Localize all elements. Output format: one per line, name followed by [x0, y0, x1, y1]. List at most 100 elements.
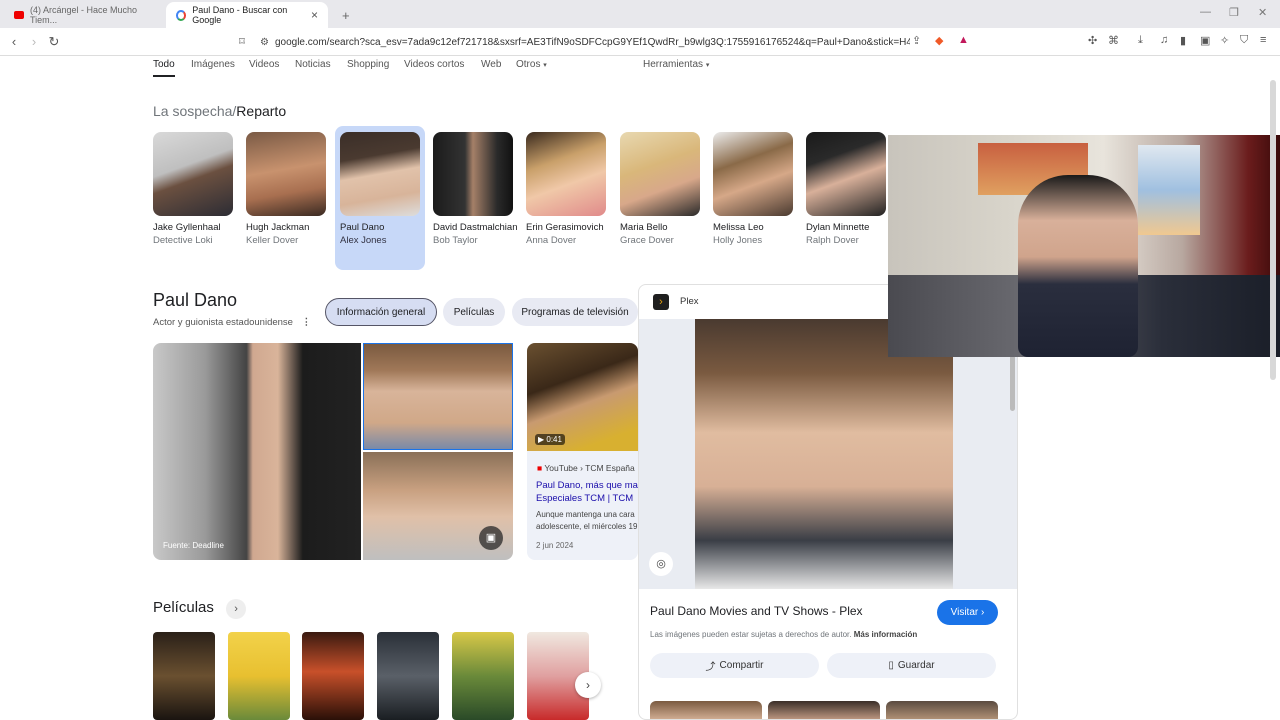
tab-noticias[interactable]: Noticias	[295, 59, 331, 70]
minimize-icon[interactable]: —	[1200, 6, 1211, 18]
sidebar-icon[interactable]: ▮	[1180, 34, 1186, 47]
brave-shield-icon[interactable]: ◆	[935, 34, 943, 47]
movie-poster[interactable]	[302, 632, 364, 720]
site-settings-icon[interactable]: ⚙	[260, 37, 269, 48]
related-image[interactable]	[886, 701, 998, 719]
vpn-icon[interactable]: ⛉	[1240, 34, 1248, 47]
cast-photo	[806, 132, 886, 216]
tools-label: Herramientas	[643, 59, 704, 70]
wallet-icon[interactable]: ▣	[1200, 34, 1210, 47]
entity-image[interactable]	[363, 343, 513, 450]
translate-icon[interactable]: ⌘	[1108, 34, 1119, 47]
cast-item[interactable]: Hugh Jackman Keller Dover	[246, 126, 336, 270]
cast-photo	[153, 132, 233, 216]
cast-name: Jake Gyllenhaal	[153, 222, 221, 233]
preview-image[interactable]	[695, 319, 953, 589]
page-scrollbar[interactable]	[1270, 80, 1276, 380]
tab-shopping[interactable]: Shopping	[347, 59, 389, 70]
download-icon[interactable]: ⤓	[1138, 34, 1143, 47]
movie-poster[interactable]	[452, 632, 514, 720]
search-tabs: Todo Imágenes Videos Noticias Shopping V…	[0, 56, 1280, 80]
more-info-link[interactable]: Más información	[854, 630, 918, 639]
chip-peliculas[interactable]: Películas	[443, 298, 505, 326]
movie-poster[interactable]	[153, 632, 215, 720]
tab-todo[interactable]: Todo	[153, 59, 175, 77]
image-gallery-icon[interactable]: ▣	[479, 526, 503, 550]
music-icon[interactable]: ♫	[1160, 34, 1168, 46]
related-image[interactable]	[650, 701, 762, 719]
movie-poster[interactable]	[377, 632, 439, 720]
cast-name: David Dastmalchian	[433, 222, 518, 233]
cast-role: Ralph Dover	[806, 235, 859, 246]
tools-button[interactable]: Herramientas ▾	[643, 59, 709, 70]
share-button[interactable]: ⤴ Compartir	[650, 653, 819, 678]
cast-item[interactable]: Maria Bello Grace Dover	[620, 126, 710, 270]
entity-main-image[interactable]: Fuente: Deadline	[153, 343, 361, 560]
extensions-icon[interactable]: ✣	[1088, 34, 1097, 47]
lens-search-icon[interactable]: ◎	[649, 552, 673, 576]
leo-ai-icon[interactable]: ✧	[1220, 34, 1229, 47]
section-title[interactable]: Películas	[153, 599, 214, 616]
google-icon	[176, 9, 187, 21]
close-tab-icon[interactable]: ×	[311, 8, 318, 22]
bookmark-icon[interactable]: ⌑	[232, 35, 252, 48]
video-card[interactable]: ▶ 0:41 ■ YouTube › TCM España Paul Dano,…	[527, 343, 638, 560]
panel-source[interactable]: Plex	[680, 296, 698, 307]
video-source: YouTube › TCM España	[544, 463, 635, 473]
url-field[interactable]: ⚙ google.com/search?sca_esv=7ada9c12ef72…	[260, 32, 910, 52]
panel-title[interactable]: Paul Dano Movies and TV Shows - Plex	[650, 604, 863, 618]
cast-item[interactable]: Melissa Leo Holly Jones	[713, 126, 803, 270]
cast-role: Detective Loki	[153, 235, 213, 246]
section-peliculas: Películas ›	[153, 599, 247, 619]
share-label: Compartir	[719, 660, 764, 671]
cast-item-selected[interactable]: Paul Dano Alex Jones	[335, 126, 425, 270]
cast-name: Erin Gerasimovich	[526, 222, 604, 233]
breadcrumb-parent[interactable]: La sospecha	[153, 103, 232, 119]
save-button[interactable]: ▯ Guardar	[827, 653, 996, 678]
visit-button[interactable]: Visitar ›	[937, 600, 998, 625]
close-window-icon[interactable]: ✕	[1258, 6, 1267, 19]
more-options-icon[interactable]: ⋮	[302, 317, 312, 328]
bookmark-icon: ▯	[888, 660, 894, 671]
cast-role: Grace Dover	[620, 235, 674, 246]
tab-otros-label: Otros	[516, 59, 541, 70]
tab-videos-cortos[interactable]: Videos cortos	[404, 59, 464, 70]
back-icon[interactable]: ‹	[4, 34, 24, 49]
reload-icon[interactable]: ↻	[44, 34, 64, 50]
share-icon: ⤴	[705, 662, 716, 673]
save-label: Guardar	[897, 660, 935, 671]
video-date: 2 jun 2024	[536, 541, 574, 550]
brave-rewards-icon[interactable]: ▲	[958, 34, 969, 46]
tab-title: Paul Dano - Buscar con Google	[192, 5, 288, 25]
address-toolbar: ‹ › ↻ ⌑ ⚙ google.com/search?sca_esv=7ada…	[0, 28, 1280, 56]
entity-image[interactable]: ▣	[363, 452, 513, 560]
url-text: google.com/search?sca_esv=7ada9c12ef7217…	[274, 36, 910, 48]
new-tab-button[interactable]: +	[332, 2, 352, 28]
tab-videos[interactable]: Videos	[249, 59, 279, 70]
cast-role: Holly Jones	[713, 235, 763, 246]
chip-programas-tv[interactable]: Programas de televisión	[512, 298, 638, 326]
webcam-overlay	[888, 135, 1280, 357]
cast-item[interactable]: Erin Gerasimovich Anna Dover	[526, 126, 616, 270]
movie-poster[interactable]	[228, 632, 290, 720]
tab-web[interactable]: Web	[481, 59, 501, 70]
cast-item[interactable]: Dylan Minnette Ralph Dover	[806, 126, 896, 270]
share-icon[interactable]: ⇪	[912, 34, 921, 47]
related-image[interactable]	[768, 701, 880, 719]
tab-otros[interactable]: Otros ▾	[516, 59, 547, 70]
entity-subtitle: Actor y guionista estadounidense ⋮	[153, 317, 311, 328]
carousel-next-icon[interactable]: ›	[575, 672, 601, 698]
video-title[interactable]: Paul Dano, más que mag Especiales TCM | …	[536, 479, 638, 505]
chip-informacion-general[interactable]: Información general	[325, 298, 437, 326]
panel-scrollbar[interactable]	[1010, 355, 1015, 411]
cast-role: Keller Dover	[246, 235, 299, 246]
cast-item[interactable]: David Dastmalchian Bob Taylor	[433, 126, 523, 270]
chevron-right-icon[interactable]: ›	[226, 599, 247, 619]
maximize-icon[interactable]: ❐	[1229, 6, 1239, 19]
cast-item[interactable]: Jake Gyllenhaal Detective Loki	[153, 126, 243, 270]
forward-icon[interactable]: ›	[24, 34, 44, 49]
tab-google-search[interactable]: Paul Dano - Buscar con Google ×	[166, 2, 328, 28]
tab-imagenes[interactable]: Imágenes	[191, 59, 235, 70]
tab-youtube[interactable]: (4) Arcángel - Hace Mucho Tiem...	[4, 2, 164, 28]
menu-icon[interactable]: ≡	[1260, 34, 1266, 46]
